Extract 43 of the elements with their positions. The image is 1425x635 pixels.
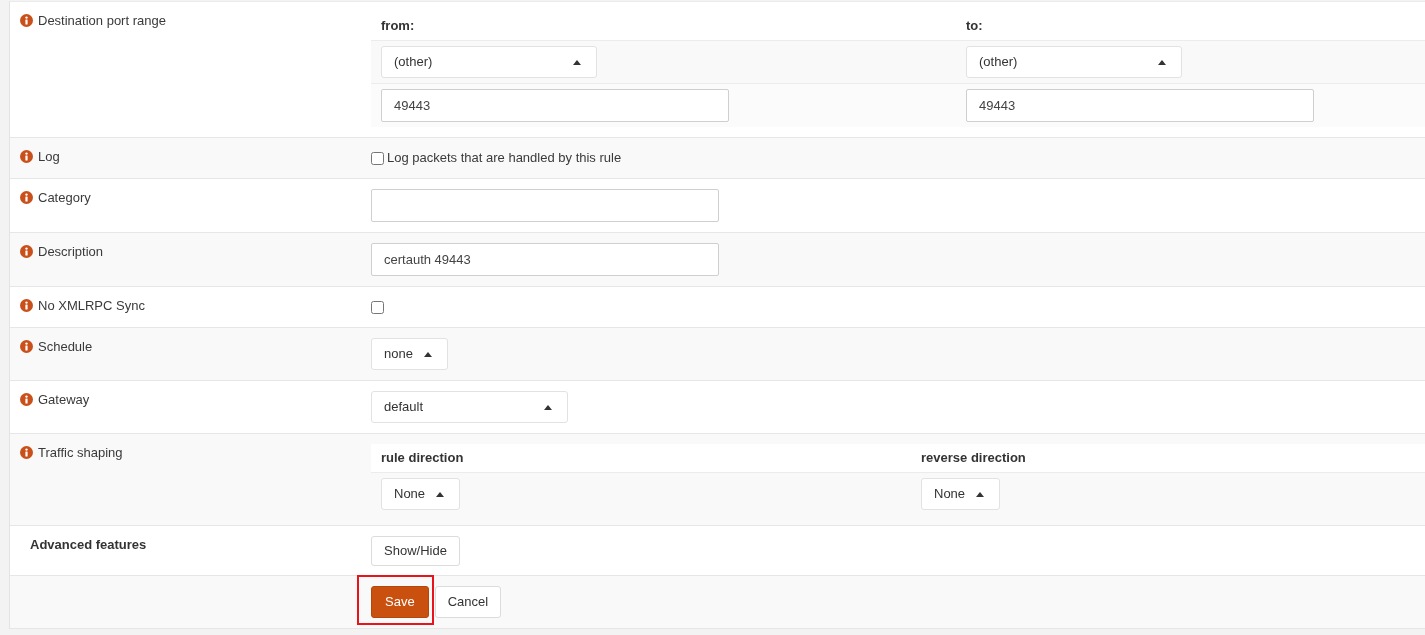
port-field[interactable]: 49443	[381, 89, 729, 122]
caret-icon	[423, 351, 432, 357]
field-label: Description	[38, 245, 104, 259]
column-heading: rule direction	[381, 449, 464, 468]
show-hide-button[interactable]: Show/Hide	[371, 536, 460, 566]
info-icon[interactable]	[20, 299, 33, 312]
info-icon[interactable]	[20, 191, 33, 204]
checkbox[interactable]	[371, 300, 384, 314]
caret-icon	[573, 59, 581, 65]
field-label: Destination port range	[38, 14, 166, 28]
field-label: Category	[38, 191, 91, 205]
info-icon[interactable]	[20, 446, 33, 459]
save-button[interactable]: Save	[371, 586, 429, 618]
field-label: Log	[38, 150, 60, 164]
caret-icon	[976, 491, 985, 497]
info-icon[interactable]	[20, 340, 33, 353]
cancel-button[interactable]: Cancel	[434, 586, 502, 618]
checkbox[interactable]	[371, 151, 384, 165]
field-label: Gateway	[38, 393, 90, 407]
column-heading: from:	[381, 17, 415, 36]
column-heading: to:	[966, 17, 983, 36]
dropdown[interactable]: None	[381, 478, 461, 510]
field-label: No XMLRPC Sync	[38, 299, 145, 313]
info-icon[interactable]	[20, 150, 33, 163]
caret-icon	[436, 491, 445, 497]
dropdown[interactable]: None	[921, 478, 1001, 510]
text-field[interactable]	[371, 189, 719, 222]
field-label: Traffic shaping	[38, 446, 123, 460]
column-heading: reverse direction	[921, 449, 1026, 468]
checkbox-label: Log packets that are handled by this rule	[387, 149, 622, 168]
dropdown[interactable]: (other)	[381, 46, 597, 78]
caret-icon	[1158, 59, 1166, 65]
dropdown[interactable]: (other)	[966, 46, 1182, 78]
port-field[interactable]: 49443	[966, 89, 1314, 122]
info-icon[interactable]	[20, 14, 33, 27]
caret-icon	[544, 404, 552, 410]
info-icon[interactable]	[20, 245, 33, 258]
field-label: Schedule	[38, 340, 93, 354]
field-label: Advanced features	[30, 538, 147, 552]
dropdown[interactable]: none	[371, 338, 448, 370]
text-field[interactable]: certauth 49443	[371, 243, 719, 276]
dropdown[interactable]: default	[371, 391, 568, 423]
info-icon[interactable]	[20, 393, 33, 406]
